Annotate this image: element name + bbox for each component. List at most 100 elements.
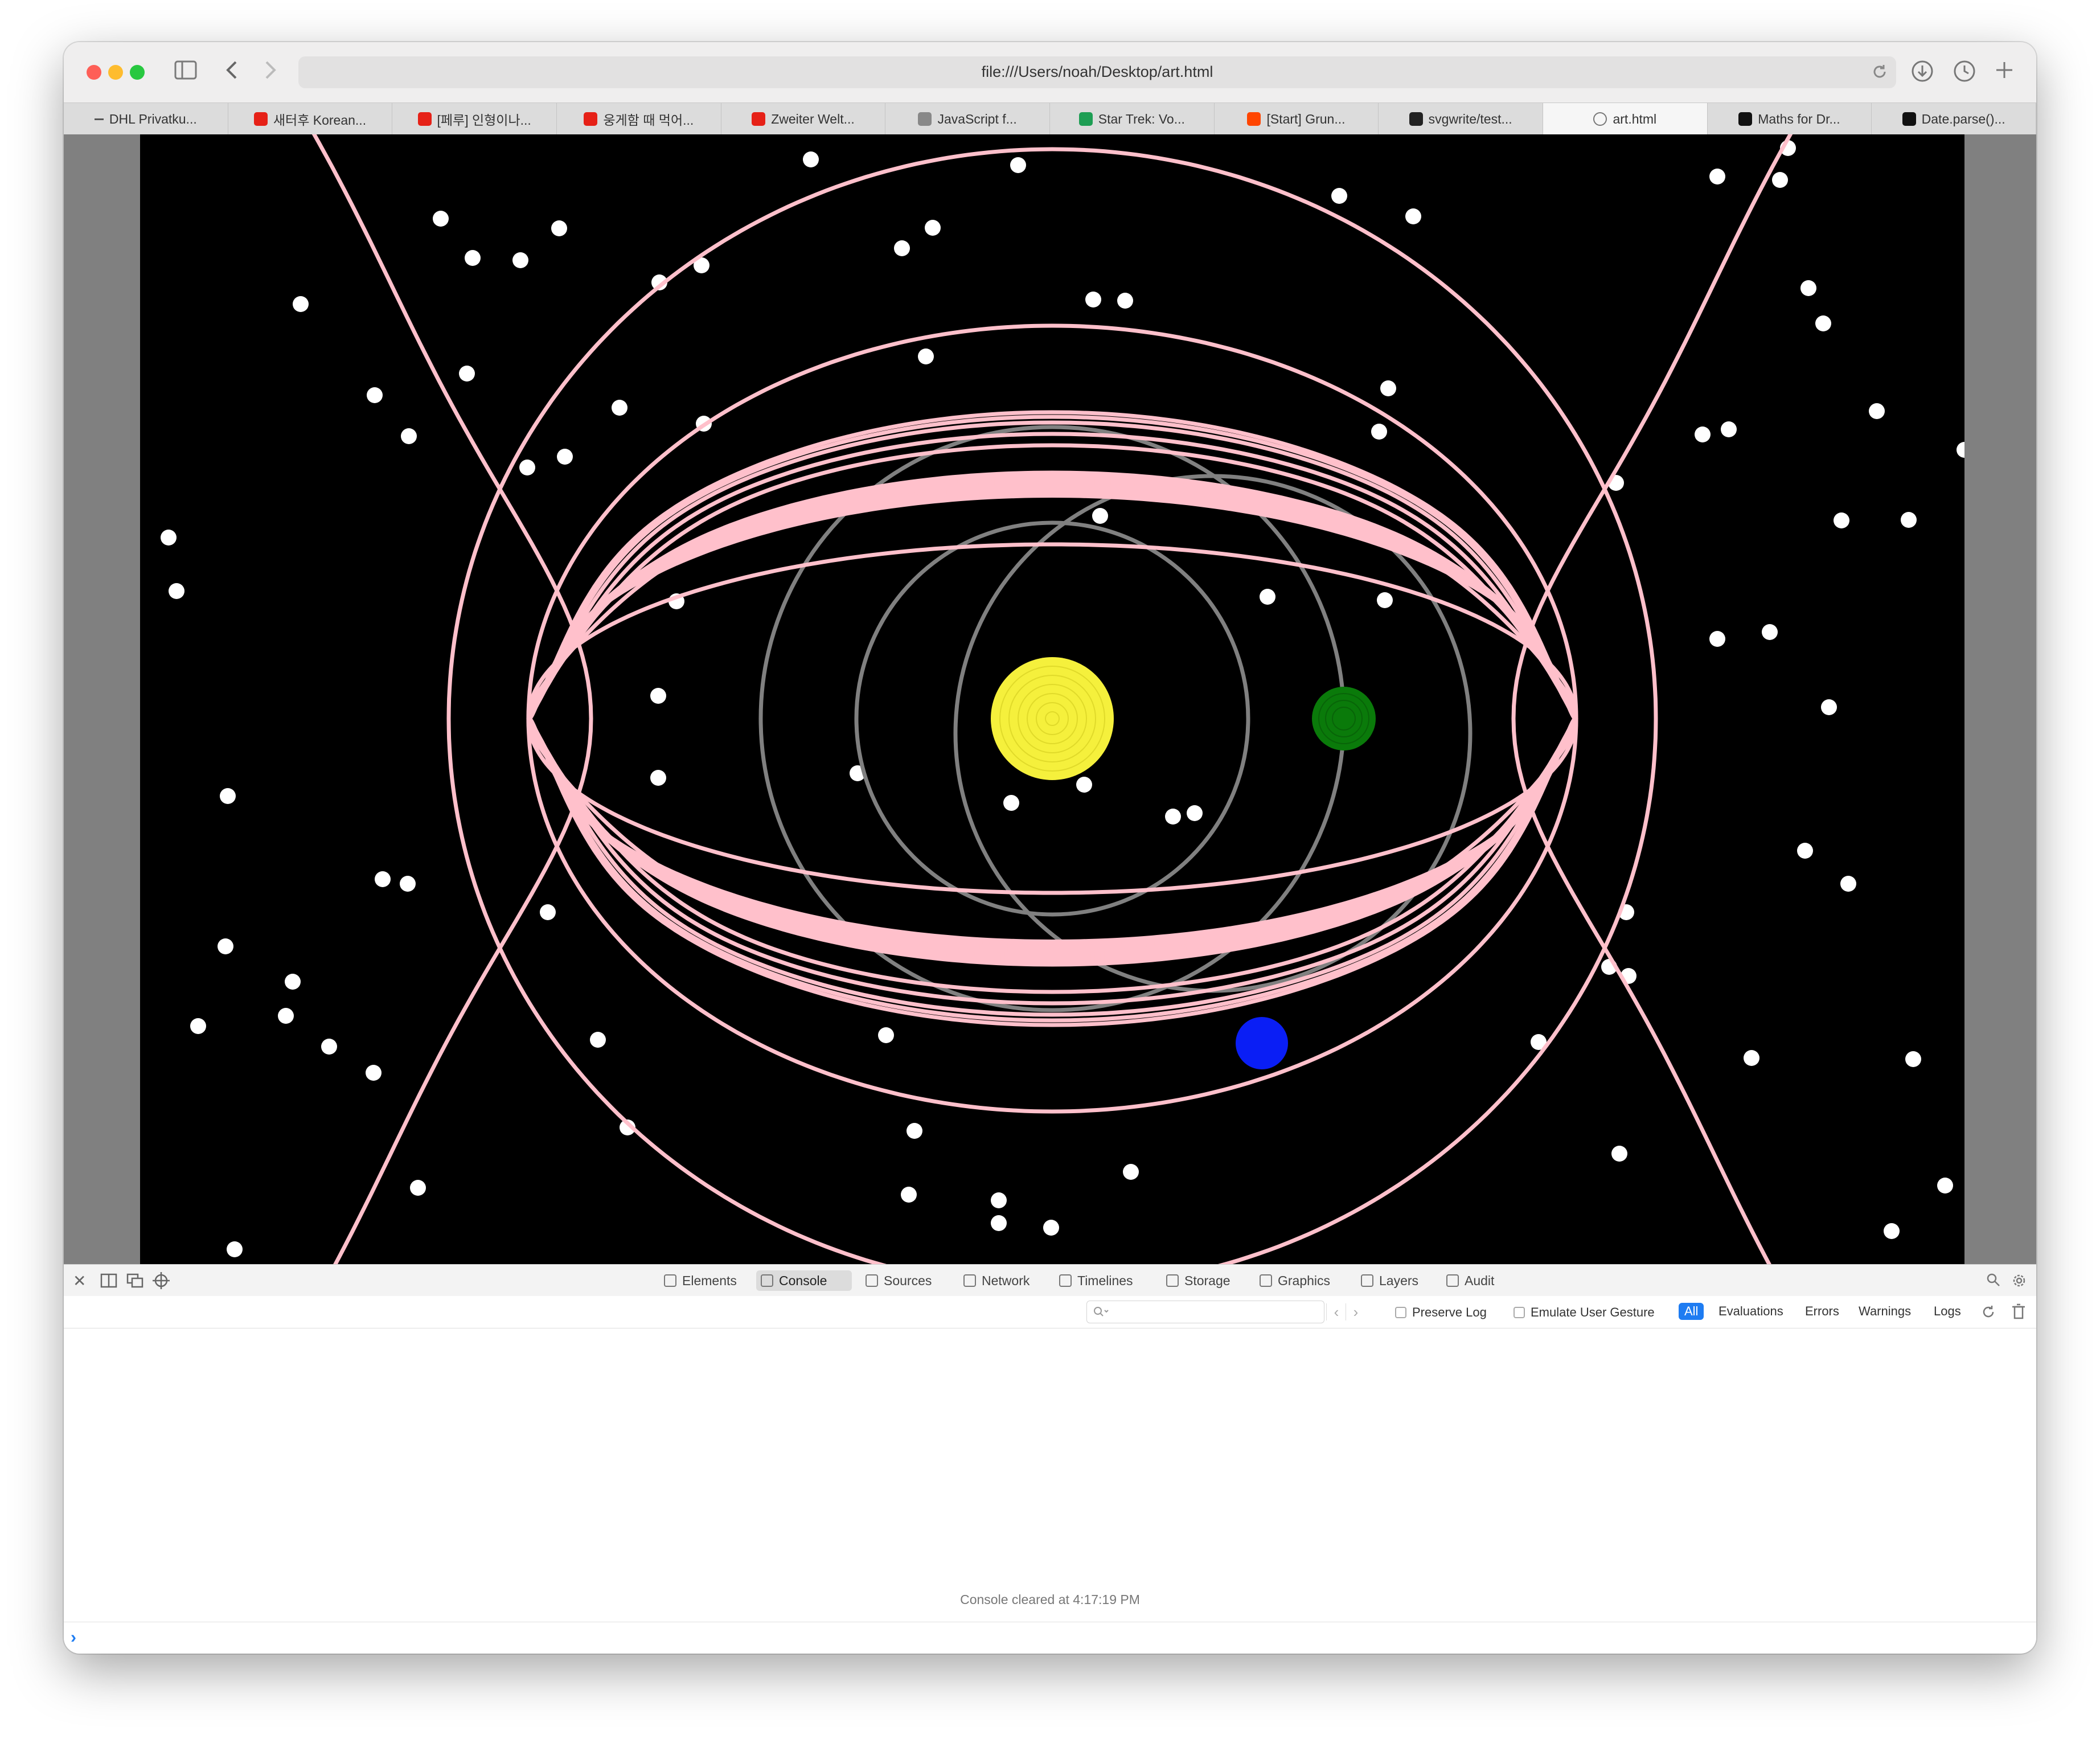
browser-tab[interactable]: [Start] Grun...	[1215, 103, 1379, 135]
star	[1815, 315, 1831, 331]
browser-tab[interactable]: art.html	[1543, 103, 1708, 135]
star	[375, 871, 391, 887]
star	[227, 1241, 243, 1257]
star	[519, 460, 535, 475]
star	[400, 876, 416, 892]
level-filter-all[interactable]: All	[1679, 1303, 1704, 1320]
sources-icon	[866, 1274, 878, 1287]
inspector-tab-label: Audit	[1465, 1273, 1495, 1288]
undock-icon[interactable]	[126, 1273, 143, 1291]
level-filter-errors[interactable]: Errors	[1805, 1304, 1839, 1319]
history-icon[interactable]	[1953, 60, 1976, 87]
dock-bottom-icon[interactable]	[100, 1273, 117, 1291]
clear-console-trash-icon[interactable]	[2011, 1303, 2026, 1323]
level-filter-logs[interactable]: Logs	[1934, 1304, 1961, 1319]
element-picker-icon[interactable]	[153, 1272, 170, 1292]
browser-tab[interactable]: svgwrite/test...	[1379, 103, 1543, 135]
web-inspector: ✕ Elements Console Sources Network Timelines…	[64, 1264, 2036, 1654]
forward-icon[interactable]	[262, 60, 279, 84]
clear-on-reload-icon[interactable]	[1980, 1304, 1996, 1323]
url-text: file:///Users/noah/Desktop/art.html	[981, 63, 1213, 80]
star	[1010, 157, 1026, 173]
sheets-icon	[1078, 112, 1093, 126]
star	[1611, 1146, 1627, 1162]
inspector-tab-sources[interactable]: Sources	[861, 1270, 940, 1291]
star	[285, 974, 301, 990]
browser-tab[interactable]: Maths for Dr...	[1708, 103, 1872, 135]
star	[1076, 777, 1092, 793]
console-icon	[761, 1274, 773, 1287]
e-icon	[918, 112, 932, 126]
star	[161, 530, 177, 546]
reload-icon[interactable]	[1871, 63, 1888, 83]
close-inspector-icon[interactable]: ✕	[73, 1272, 86, 1290]
tab-label: Star Trek: Vo...	[1098, 111, 1185, 126]
inspector-tab-layers[interactable]: Layers	[1356, 1270, 1435, 1291]
search-icon[interactable]	[1986, 1273, 2001, 1290]
layers-icon	[1361, 1274, 1373, 1287]
dash-icon	[94, 118, 104, 120]
browser-tab[interactable]: DHL Privatku...	[64, 103, 228, 135]
star	[367, 387, 383, 403]
youtube-icon	[584, 112, 598, 126]
medium-icon	[1738, 112, 1753, 126]
storage-icon	[1166, 1274, 1179, 1287]
star	[1043, 1220, 1059, 1236]
right-side-curve	[1511, 91, 1817, 1346]
star	[1405, 208, 1421, 224]
prev-match-icon[interactable]: ‹	[1326, 1303, 1346, 1320]
star	[1869, 403, 1885, 419]
inspector-tab-label: Elements	[682, 1273, 737, 1288]
console-cleared-message: Console cleared at 4:17:19 PM	[960, 1592, 1140, 1607]
emulate-gesture-checkbox[interactable]: Emulate User Gesture	[1514, 1305, 1655, 1320]
downloads-icon[interactable]	[1911, 60, 1934, 87]
inspector-tab-elements[interactable]: Elements	[659, 1270, 749, 1291]
inspector-tab-graphics[interactable]: Graphics	[1255, 1270, 1351, 1291]
reddit-icon	[1247, 112, 1261, 126]
close-window-button[interactable]	[87, 65, 101, 80]
youtube-icon	[752, 112, 766, 126]
level-filter-evaluations[interactable]: Evaluations	[1718, 1304, 1783, 1319]
inspector-tab-label: Graphics	[1278, 1273, 1331, 1288]
green-planet	[1312, 687, 1376, 750]
inspector-tab-console[interactable]: Console	[756, 1270, 852, 1291]
inspector-tab-storage[interactable]: Storage	[1162, 1270, 1246, 1291]
blue-planet	[1236, 1017, 1288, 1069]
minimize-window-button[interactable]	[108, 65, 123, 80]
address-bar[interactable]: file:///Users/noah/Desktop/art.html	[298, 56, 1896, 88]
tab-label: [페루] 인형이나...	[437, 113, 531, 128]
star	[1380, 380, 1396, 396]
timelines-icon	[1059, 1274, 1072, 1287]
settings-gear-icon[interactable]	[2011, 1273, 2027, 1291]
elements-icon	[664, 1274, 676, 1287]
browser-tab[interactable]: Date.parse()...	[1872, 103, 2036, 135]
browser-tab[interactable]: Star Trek: Vo...	[1050, 103, 1215, 135]
new-tab-icon[interactable]	[1994, 60, 2015, 84]
back-icon[interactable]	[223, 60, 240, 84]
star	[650, 688, 666, 704]
console-filter-input[interactable]: ‹ ›	[1086, 1301, 1358, 1323]
level-filter-warnings[interactable]: Warnings	[1859, 1304, 1911, 1319]
next-match-icon[interactable]: ›	[1346, 1303, 1365, 1320]
browser-tab[interactable]: 웅게함 때 먹어...	[557, 103, 721, 135]
inspector-tab-audit[interactable]: Audit	[1442, 1270, 1509, 1291]
console-prompt[interactable]: ›	[64, 1622, 2036, 1654]
star	[1165, 809, 1181, 825]
browser-tab[interactable]: Zweiter Welt...	[721, 103, 886, 135]
star	[540, 904, 556, 920]
inspector-tab-network[interactable]: Network	[959, 1270, 1049, 1291]
star	[410, 1180, 426, 1196]
star	[590, 1032, 606, 1048]
star	[220, 788, 236, 804]
tab-label: svgwrite/test...	[1428, 111, 1512, 126]
browser-tab[interactable]: JavaScript f...	[885, 103, 1050, 135]
tab-label: art.html	[1613, 111, 1657, 126]
browser-tab[interactable]: 새터후 Korean...	[228, 103, 393, 135]
browser-toolbar: file:///Users/noah/Desktop/art.html	[64, 42, 2036, 102]
browser-tab[interactable]: [페루] 인형이나...	[392, 103, 557, 135]
inspector-tab-bar: ✕ Elements Console Sources Network Timelines…	[64, 1264, 2036, 1297]
sidebar-toggle-icon[interactable]	[174, 60, 197, 84]
preserve-log-checkbox[interactable]: Preserve Log	[1395, 1305, 1487, 1320]
zoom-window-button[interactable]	[130, 65, 145, 80]
inspector-tab-timelines[interactable]: Timelines	[1055, 1270, 1156, 1291]
